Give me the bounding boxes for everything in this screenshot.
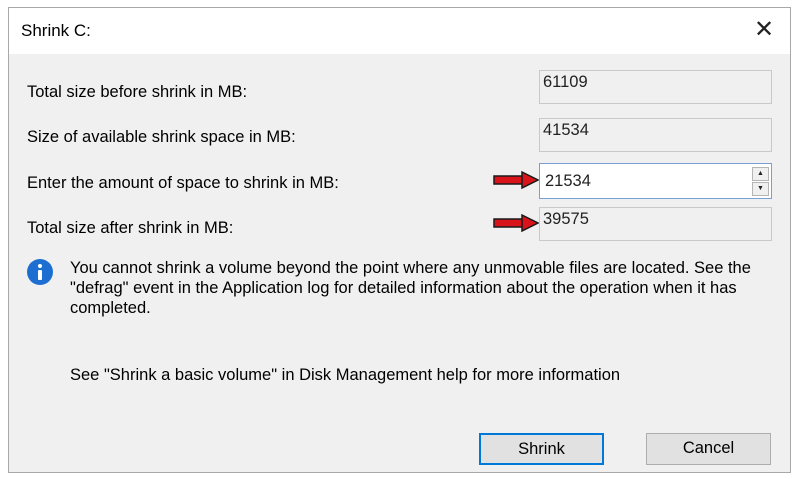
shrink-amount-input[interactable]: 21534 ▲ ▼ xyxy=(539,163,772,199)
dialog-title: Shrink C: xyxy=(21,21,91,40)
shrink-dialog: Shrink C: ✕ Total size before shrink in … xyxy=(8,7,791,473)
total-size-after-value: 39575 xyxy=(543,210,589,228)
available-shrink-label: Size of available shrink space in MB: xyxy=(27,128,296,146)
info-icon xyxy=(27,259,53,285)
total-size-after-label: Total size after shrink in MB: xyxy=(27,219,234,237)
title-bar: Shrink C: ✕ xyxy=(9,8,790,54)
close-icon[interactable]: ✕ xyxy=(748,14,780,46)
cancel-button[interactable]: Cancel xyxy=(646,433,771,465)
help-reference-text: See "Shrink a basic volume" in Disk Mana… xyxy=(70,366,621,384)
total-size-after-field: 39575 xyxy=(539,207,772,241)
total-size-before-label: Total size before shrink in MB: xyxy=(27,83,248,101)
shrink-amount-spinner[interactable]: ▲ ▼ xyxy=(752,167,769,196)
total-size-before-value: 61109 xyxy=(543,73,588,91)
info-message: You cannot shrink a volume beyond the po… xyxy=(70,259,751,317)
shrink-button[interactable]: Shrink xyxy=(479,433,604,465)
available-shrink-value: 41534 xyxy=(543,121,589,139)
spin-up-icon[interactable]: ▲ xyxy=(752,167,769,181)
shrink-amount-label: Enter the amount of space to shrink in M… xyxy=(27,174,339,192)
available-shrink-field: 41534 xyxy=(539,118,772,152)
total-size-before-field: 61109 xyxy=(539,70,772,104)
spin-down-icon[interactable]: ▼ xyxy=(752,182,769,196)
shrink-amount-value: 21534 xyxy=(545,172,591,190)
red-arrow-icon xyxy=(493,214,539,232)
red-arrow-icon xyxy=(493,171,539,189)
